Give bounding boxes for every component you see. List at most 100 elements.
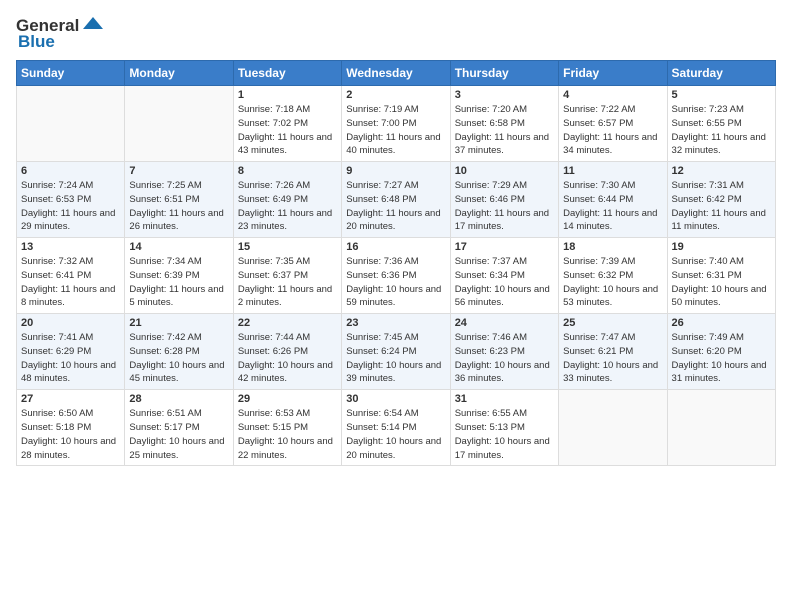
calendar-cell: 9 Sunrise: 7:27 AMSunset: 6:48 PMDaylight…	[342, 162, 450, 238]
calendar-cell: 26 Sunrise: 7:49 AMSunset: 6:20 PMDayligh…	[667, 314, 775, 390]
calendar-table: SundayMondayTuesdayWednesdayThursdayFrid…	[16, 60, 776, 466]
day-info: Sunrise: 6:51 AMSunset: 5:17 PMDaylight:…	[129, 407, 228, 462]
calendar-cell: 16Sunrise: 7:36 AMSunset: 6:36 PMDayligh…	[342, 238, 450, 314]
day-info: Sunrise: 7:19 AMSunset: 7:00 PMDaylight:…	[346, 103, 445, 158]
calendar-cell: 23 Sunrise: 7:45 AMSunset: 6:24 PMDayligh…	[342, 314, 450, 390]
logo-arrow-icon	[81, 15, 103, 33]
calendar-cell: 29 Sunrise: 6:53 AMSunset: 5:15 PMDayligh…	[233, 390, 341, 466]
calendar-cell: 17 Sunrise: 7:37 AMSunset: 6:34 PMDayligh…	[450, 238, 558, 314]
day-number: 11	[563, 165, 662, 177]
day-info: Sunrise: 7:31 AMSunset: 6:42 PMDaylight:…	[672, 179, 771, 234]
calendar-cell: 30 Sunrise: 6:54 AMSunset: 5:14 PMDayligh…	[342, 390, 450, 466]
day-number: 1	[238, 89, 337, 101]
day-number: 24	[455, 317, 554, 329]
day-number: 2	[346, 89, 445, 101]
calendar-cell: 24 Sunrise: 7:46 AMSunset: 6:23 PMDayligh…	[450, 314, 558, 390]
calendar-cell: 12 Sunrise: 7:31 AMSunset: 6:42 PMDayligh…	[667, 162, 775, 238]
day-info: Sunrise: 7:34 AMSunset: 6:39 PMDaylight:…	[129, 255, 228, 310]
day-info: Sunrise: 6:50 AMSunset: 5:18 PMDaylight:…	[21, 407, 120, 462]
day-header-friday: Friday	[559, 61, 667, 86]
calendar-cell: 20 Sunrise: 7:41 AMSunset: 6:29 PMDayligh…	[17, 314, 125, 390]
calendar-cell: 1 Sunrise: 7:18 AMSunset: 7:02 PMDaylight…	[233, 86, 341, 162]
day-header-wednesday: Wednesday	[342, 61, 450, 86]
calendar-week-row: 27Sunrise: 6:50 AMSunset: 5:18 PMDayligh…	[17, 390, 776, 466]
day-info: Sunrise: 7:40 AMSunset: 6:31 PMDaylight:…	[672, 255, 771, 310]
day-info: Sunrise: 7:18 AMSunset: 7:02 PMDaylight:…	[238, 103, 337, 158]
day-number: 23	[346, 317, 445, 329]
day-header-saturday: Saturday	[667, 61, 775, 86]
day-info: Sunrise: 6:54 AMSunset: 5:14 PMDaylight:…	[346, 407, 445, 462]
day-number: 18	[563, 241, 662, 253]
calendar-cell: 13 Sunrise: 7:32 AMSunset: 6:41 PMDayligh…	[17, 238, 125, 314]
day-number: 20	[21, 317, 120, 329]
calendar-cell: 28 Sunrise: 6:51 AMSunset: 5:17 PMDayligh…	[125, 390, 233, 466]
day-number: 31	[455, 393, 554, 405]
day-number: 26	[672, 317, 771, 329]
day-number: 29	[238, 393, 337, 405]
day-info: Sunrise: 7:20 AMSunset: 6:58 PMDaylight:…	[455, 103, 554, 158]
day-header-tuesday: Tuesday	[233, 61, 341, 86]
day-info: Sunrise: 6:55 AMSunset: 5:13 PMDaylight:…	[455, 407, 554, 462]
day-number: 22	[238, 317, 337, 329]
day-info: Sunrise: 7:26 AMSunset: 6:49 PMDaylight:…	[238, 179, 337, 234]
calendar-week-row: 1 Sunrise: 7:18 AMSunset: 7:02 PMDaylight…	[17, 86, 776, 162]
calendar-cell	[17, 86, 125, 162]
calendar-cell: 15 Sunrise: 7:35 AMSunset: 6:37 PMDayligh…	[233, 238, 341, 314]
day-number: 17	[455, 241, 554, 253]
day-number: 9	[346, 165, 445, 177]
day-number: 3	[455, 89, 554, 101]
day-info: Sunrise: 7:44 AMSunset: 6:26 PMDaylight:…	[238, 331, 337, 386]
day-number: 12	[672, 165, 771, 177]
day-info: Sunrise: 7:41 AMSunset: 6:29 PMDaylight:…	[21, 331, 120, 386]
calendar-cell	[667, 390, 775, 466]
day-number: 21	[129, 317, 228, 329]
day-info: Sunrise: 7:30 AMSunset: 6:44 PMDaylight:…	[563, 179, 662, 234]
page-header: General Blue	[16, 16, 776, 52]
calendar-cell: 21Sunrise: 7:42 AMSunset: 6:28 PMDayligh…	[125, 314, 233, 390]
calendar-cell: 19Sunrise: 7:40 AMSunset: 6:31 PMDayligh…	[667, 238, 775, 314]
day-number: 10	[455, 165, 554, 177]
calendar-cell: 5Sunrise: 7:23 AMSunset: 6:55 PMDaylight…	[667, 86, 775, 162]
calendar-cell: 22 Sunrise: 7:44 AMSunset: 6:26 PMDayligh…	[233, 314, 341, 390]
calendar-cell: 10 Sunrise: 7:29 AMSunset: 6:46 PMDayligh…	[450, 162, 558, 238]
calendar-cell: 2 Sunrise: 7:19 AMSunset: 7:00 PMDaylight…	[342, 86, 450, 162]
day-info: Sunrise: 7:29 AMSunset: 6:46 PMDaylight:…	[455, 179, 554, 234]
day-info: Sunrise: 7:25 AMSunset: 6:51 PMDaylight:…	[129, 179, 228, 234]
calendar-cell: 31 Sunrise: 6:55 AMSunset: 5:13 PMDayligh…	[450, 390, 558, 466]
calendar-cell	[125, 86, 233, 162]
day-number: 13	[21, 241, 120, 253]
day-info: Sunrise: 7:46 AMSunset: 6:23 PMDaylight:…	[455, 331, 554, 386]
calendar-cell: 14 Sunrise: 7:34 AMSunset: 6:39 PMDayligh…	[125, 238, 233, 314]
day-number: 6	[21, 165, 120, 177]
calendar-cell: 4Sunrise: 7:22 AMSunset: 6:57 PMDaylight…	[559, 86, 667, 162]
day-number: 5	[672, 89, 771, 101]
day-number: 30	[346, 393, 445, 405]
day-info: Sunrise: 7:35 AMSunset: 6:37 PMDaylight:…	[238, 255, 337, 310]
calendar-week-row: 20 Sunrise: 7:41 AMSunset: 6:29 PMDayligh…	[17, 314, 776, 390]
day-info: Sunrise: 7:49 AMSunset: 6:20 PMDaylight:…	[672, 331, 771, 386]
day-info: Sunrise: 7:27 AMSunset: 6:48 PMDaylight:…	[346, 179, 445, 234]
day-number: 25	[563, 317, 662, 329]
calendar-cell: 6Sunrise: 7:24 AMSunset: 6:53 PMDaylight…	[17, 162, 125, 238]
calendar-header-row: SundayMondayTuesdayWednesdayThursdayFrid…	[17, 61, 776, 86]
logo-blue: Blue	[16, 32, 55, 52]
calendar-week-row: 6Sunrise: 7:24 AMSunset: 6:53 PMDaylight…	[17, 162, 776, 238]
day-number: 16	[346, 241, 445, 253]
day-info: Sunrise: 7:39 AMSunset: 6:32 PMDaylight:…	[563, 255, 662, 310]
calendar-cell: 11 Sunrise: 7:30 AMSunset: 6:44 PMDayligh…	[559, 162, 667, 238]
day-number: 28	[129, 393, 228, 405]
calendar-cell: 3 Sunrise: 7:20 AMSunset: 6:58 PMDaylight…	[450, 86, 558, 162]
day-number: 8	[238, 165, 337, 177]
day-number: 14	[129, 241, 228, 253]
day-number: 15	[238, 241, 337, 253]
day-info: Sunrise: 7:37 AMSunset: 6:34 PMDaylight:…	[455, 255, 554, 310]
calendar-cell: 27Sunrise: 6:50 AMSunset: 5:18 PMDayligh…	[17, 390, 125, 466]
calendar-cell	[559, 390, 667, 466]
day-header-thursday: Thursday	[450, 61, 558, 86]
day-info: Sunrise: 7:45 AMSunset: 6:24 PMDaylight:…	[346, 331, 445, 386]
logo: General Blue	[16, 16, 103, 52]
day-info: Sunrise: 6:53 AMSunset: 5:15 PMDaylight:…	[238, 407, 337, 462]
calendar-cell: 8 Sunrise: 7:26 AMSunset: 6:49 PMDaylight…	[233, 162, 341, 238]
day-info: Sunrise: 7:32 AMSunset: 6:41 PMDaylight:…	[21, 255, 120, 310]
day-header-sunday: Sunday	[17, 61, 125, 86]
